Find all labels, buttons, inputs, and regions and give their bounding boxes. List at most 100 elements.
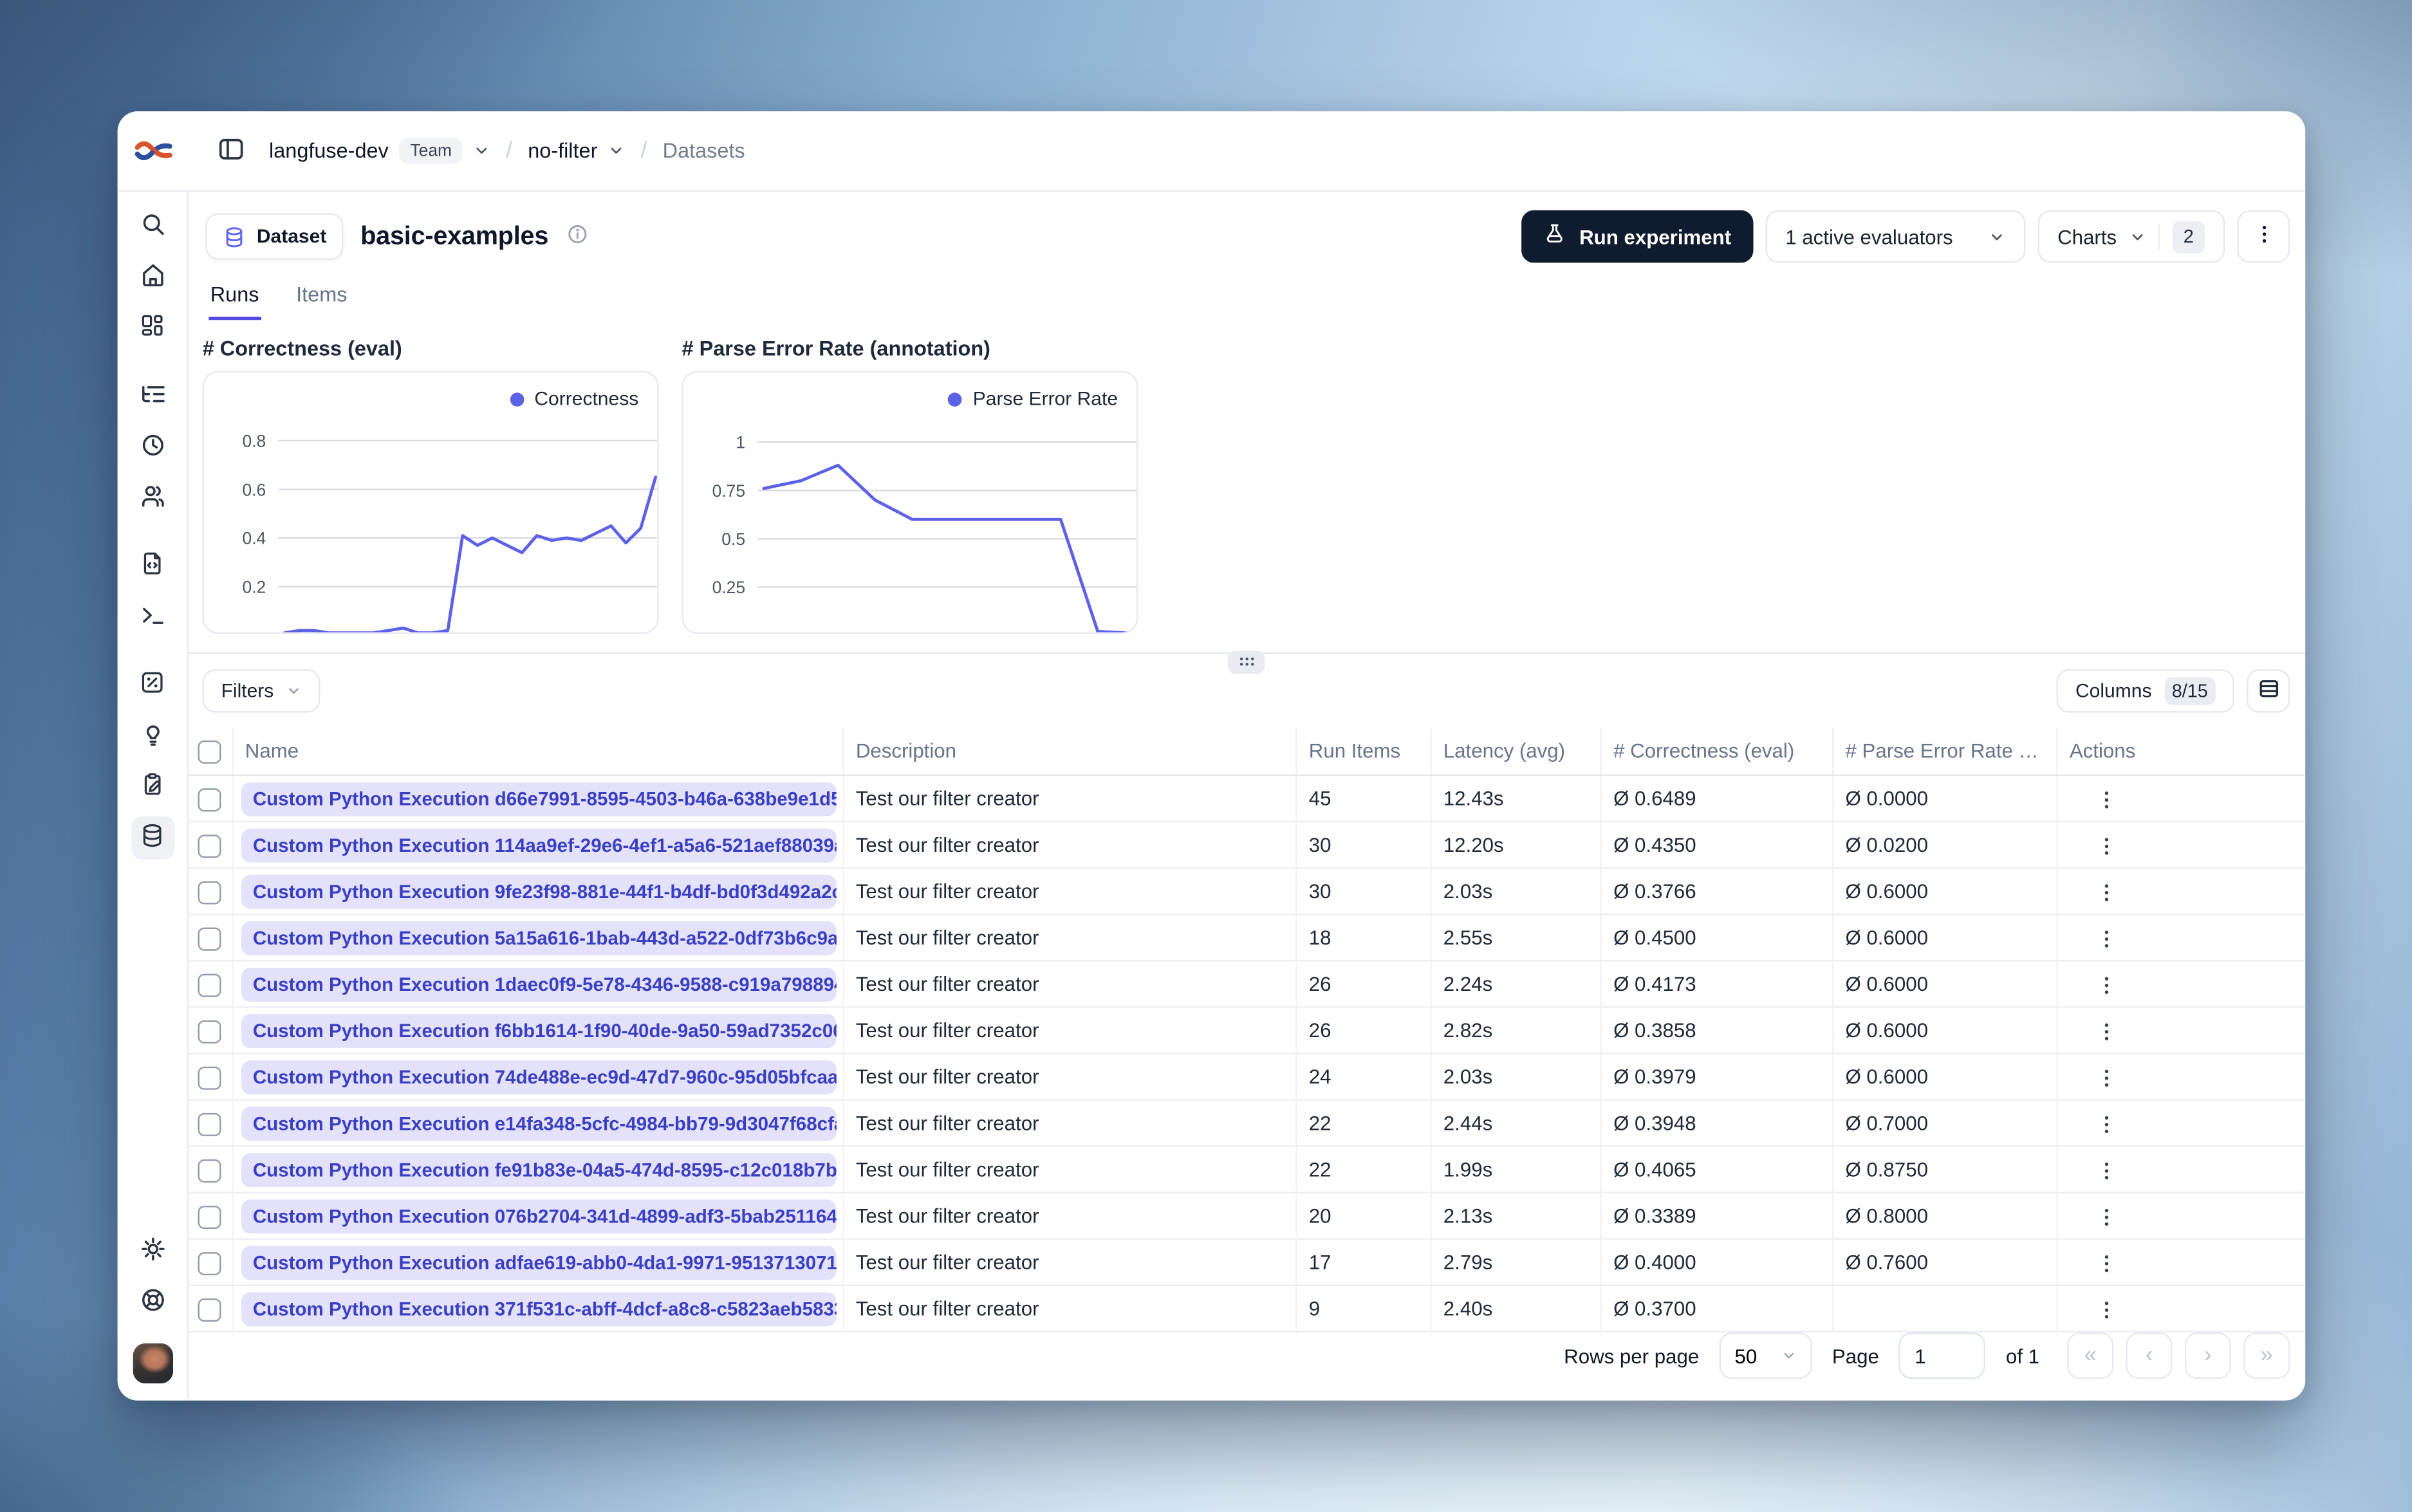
splitter-grip-handle[interactable] [1227,650,1265,674]
table-row[interactable]: Custom Python Execution d66e7991-8595-45… [189,775,2306,823]
tab-items[interactable]: Items [295,283,349,320]
run-name-link[interactable]: Custom Python Execution 74de488e-ec9d-47… [240,1059,836,1094]
run-name-link[interactable]: Custom Python Execution e14fa348-5cfc-49… [240,1106,836,1140]
sidebar-item-prompts[interactable] [131,544,174,587]
breadcrumb-project[interactable]: langfuse-dev Team [269,137,490,164]
columns-dropdown[interactable]: Columns 8/15 [2057,668,2234,712]
run-parse-error-rate [1832,1285,2057,1333]
sidebar-item-evaluators[interactable] [131,714,174,757]
sidebar-item-tracing[interactable] [131,374,174,417]
user-avatar[interactable] [132,1343,172,1384]
rows-per-page-select[interactable]: 50 [1719,1332,1812,1379]
info-icon [566,223,589,250]
sidebar-item-settings[interactable] [131,1229,174,1272]
row-actions-button[interactable] [2094,1205,2117,1228]
table-row[interactable]: Custom Python Execution 371f531c-abff-4d… [189,1285,2306,1333]
select-all-checkbox[interactable] [198,740,221,764]
run-name-link[interactable]: Custom Python Execution d66e7991-8595-45… [240,781,836,816]
breadcrumb-environment[interactable]: no-filter [528,139,625,162]
dataset-info-button[interactable] [566,223,589,250]
sidebar-toggle-button[interactable] [216,134,246,168]
row-actions-button[interactable] [2094,1159,2117,1182]
first-page-button[interactable]: « [2067,1332,2114,1379]
sidebar-item-datasets[interactable] [131,816,174,860]
row-checkbox[interactable] [198,1204,221,1228]
row-height-button[interactable] [2246,668,2290,712]
pagination-bar: Rows per page 50 Page of 1 « ‹ › » [189,1332,2305,1399]
table-row[interactable]: Custom Python Execution adfae619-abb0-4d… [189,1239,2306,1286]
last-page-button[interactable]: » [2243,1332,2290,1379]
run-parse-error-rate: Ø 0.8750 [1832,1146,2057,1194]
table-row[interactable]: Custom Python Execution fe91b83e-04a5-47… [189,1146,2306,1194]
row-checkbox[interactable] [198,1298,221,1322]
charts-dropdown[interactable]: Charts 2 [2037,210,2225,263]
row-actions-button[interactable] [2094,1251,2117,1275]
active-evaluators-label: 1 active evaluators [1785,225,1953,248]
run-name-link[interactable]: Custom Python Execution 076b2704-341d-48… [240,1199,836,1233]
page-input[interactable] [1899,1332,1986,1379]
sidebar-item-users[interactable] [131,476,174,519]
breadcrumb-page[interactable]: Datasets [663,139,745,162]
row-actions-button[interactable] [2094,880,2117,903]
sidebar-item-support[interactable] [131,1280,174,1323]
run-name-link[interactable]: Custom Python Execution adfae619-abb0-4d… [240,1245,836,1280]
row-checkbox[interactable] [198,1158,221,1182]
row-checkbox[interactable] [198,1065,221,1089]
sidebar-item-scores[interactable] [131,663,174,706]
table-row[interactable]: Custom Python Execution e14fa348-5cfc-49… [189,1100,2306,1147]
row-actions-button[interactable] [2094,1298,2117,1321]
legend-label: Correctness [534,388,639,410]
flask-icon [1544,223,1567,250]
legend-dot-icon [509,392,524,406]
sidebar-item-sessions[interactable] [131,425,174,468]
dataset-actions-button[interactable] [2237,210,2290,263]
filters-dropdown[interactable]: Filters [202,668,320,712]
page-total-label: of 1 [2005,1344,2039,1368]
sidebar-item-search[interactable] [131,204,174,247]
row-checkbox[interactable] [198,880,221,904]
sidebar-item-home[interactable] [131,255,174,298]
sidebar-item-annotation[interactable] [131,765,174,808]
table-row[interactable]: Custom Python Execution 5a15a616-1bab-44… [189,914,2306,962]
tab-runs[interactable]: Runs [209,283,261,320]
row-checkbox[interactable] [198,1019,221,1043]
sidebar-item-dashboards[interactable] [131,306,174,349]
table-row[interactable]: Custom Python Execution 076b2704-341d-48… [189,1192,2306,1240]
chevron-down-icon [608,142,625,159]
run-name-link[interactable]: Custom Python Execution 371f531c-abff-4d… [240,1291,836,1326]
row-actions-button[interactable] [2094,834,2117,857]
previous-page-button[interactable]: ‹ [2126,1332,2173,1379]
run-name-link[interactable]: Custom Python Execution 114aa9ef-29e6-4e… [240,827,836,862]
row-actions-button[interactable] [2094,1066,2117,1089]
run-name-link[interactable]: Custom Python Execution 5a15a616-1bab-44… [240,920,836,955]
row-checkbox[interactable] [198,927,221,950]
table-row[interactable]: Custom Python Execution f6bb1614-1f90-40… [189,1007,2306,1055]
row-actions-button[interactable] [2094,1112,2117,1136]
row-checkbox[interactable] [198,788,221,811]
run-name-cell: Custom Python Execution 5a15a616-1bab-44… [232,914,844,962]
table-row[interactable]: Custom Python Execution 9fe23f98-881e-44… [189,868,2306,916]
table-row[interactable]: Custom Python Execution 1daec0f9-5e78-43… [189,961,2306,1008]
run-name-link[interactable]: Custom Python Execution 9fe23f98-881e-44… [240,874,836,908]
row-checkbox[interactable] [198,1251,221,1275]
table-row[interactable]: Custom Python Execution 74de488e-ec9d-47… [189,1053,2306,1101]
run-name-link[interactable]: Custom Python Execution 1daec0f9-5e78-43… [240,966,836,1001]
row-actions-button[interactable] [2094,788,2117,811]
next-page-button[interactable]: › [2184,1332,2231,1379]
run-name-link[interactable]: Custom Python Execution fe91b83e-04a5-47… [240,1152,836,1186]
row-checkbox[interactable] [198,973,221,997]
row-checkbox[interactable] [198,1112,221,1136]
svg-text:0.4: 0.4 [243,529,266,548]
sidebar-item-playground[interactable] [131,595,174,638]
row-actions-button[interactable] [2094,973,2117,996]
row-actions-button[interactable] [2094,1020,2117,1043]
run-experiment-button[interactable]: Run experiment [1522,210,1753,263]
run-correctness: Ø 0.4500 [1600,914,1833,962]
table-row[interactable]: Custom Python Execution 114aa9ef-29e6-4e… [189,821,2306,869]
run-name-link[interactable]: Custom Python Execution f6bb1614-1f90-40… [240,1013,836,1047]
breadcrumb-separator: / [640,137,647,164]
active-evaluators-dropdown[interactable]: 1 active evaluators [1765,210,2025,263]
row-checkbox[interactable] [198,834,221,858]
row-actions-button[interactable] [2094,927,2117,950]
filters-label: Filters [221,679,274,701]
